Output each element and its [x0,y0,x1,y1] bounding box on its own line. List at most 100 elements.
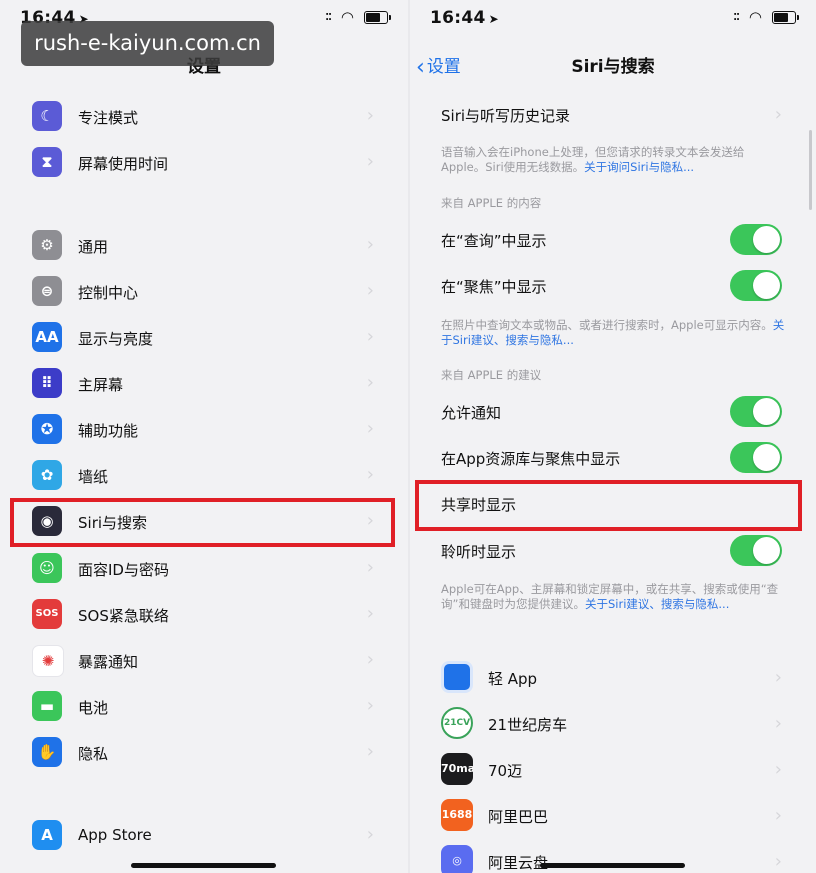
show-in-lookup-row: 在“查询”中显示 [410,217,816,261]
signal-icon: ⁚⁚ [325,11,332,23]
settings-row[interactable]: SOS SOS紧急联络 › [0,591,408,637]
chevron-right-icon: › [366,649,374,670]
app-row-label: 21世纪房车 [488,716,568,734]
highlight-box-sharing [415,480,802,531]
app-row[interactable]: 70mai 70迈 › [410,747,816,791]
show-when-listening-toggle[interactable] [730,535,782,566]
settings-row[interactable]: ⊜ 控制中心 › [0,268,408,314]
settings-row[interactable]: ✿ 墙纸 › [0,452,408,498]
settings-row[interactable]: A App Store › [0,812,408,858]
app-row-label: 轻 App [488,670,538,688]
chevron-right-icon: › [366,557,374,578]
settings-row-label: 控制中心 [78,284,139,302]
settings-row[interactable]: ▬ 电池 › [0,683,408,729]
settings-row[interactable]: ✪ 辅助功能 › [0,406,408,452]
app-row[interactable]: 21CV 21世纪房车 › [410,701,816,745]
gear-icon: ⚙ [32,230,62,260]
show-in-library-toggle[interactable] [730,442,782,473]
settings-row-label: 暴露通知 [78,653,139,671]
battery-status-icon [364,10,391,24]
settings-row[interactable]: ⚙ 通用 › [0,222,408,268]
wifi-icon: ◠ [748,8,762,26]
settings-row[interactable]: ✺ 暴露通知 › [0,637,408,683]
chevron-right-icon: › [366,280,374,301]
app-row[interactable]: 轻 App › [410,655,816,699]
scroll-indicator[interactable] [809,130,812,210]
settings-row-label: 隐私 [78,745,109,763]
chevron-right-icon: › [366,824,374,845]
moon-icon: ☾ [32,101,62,131]
siri-history-label: Siri与听写历史记录 [441,107,571,125]
aliyun-drive-icon: ◎ [441,845,473,873]
settings-panel: 16:44 ➤ ⁚⁚ ◠ 设置 ☾ 专注模式 › ⧗ 屏幕使用时间 › ⚙ 通用 › ⊜ 控制中心 › A… [0,0,408,873]
settings-row-label: 辅助功能 [78,422,139,440]
status-bar: 16:44 ➤ ⁚⁚ ◠ [410,0,816,36]
watermark: rush-e-kaiyun.com.cn [21,21,274,66]
show-in-lookup-label: 在“查询”中显示 [441,232,547,250]
chevron-right-icon: › [366,105,374,126]
home-indicator [131,863,276,868]
settings-row[interactable]: AA 显示与亮度 › [0,314,408,360]
settings-row-label: 面容ID与密码 [78,561,169,579]
chevron-right-icon: › [774,851,782,872]
home-indicator [540,863,685,868]
hand-icon: ✋ [32,737,62,767]
app-row-label: 阿里云盘 [488,854,549,872]
chevron-right-icon: › [774,104,782,125]
alibaba-icon: 1688 [441,799,473,831]
settings-row[interactable]: ☾ 专注模式 › [0,93,408,139]
settings-row-label: App Store [78,826,152,844]
battery-status-icon [772,10,799,24]
app-row[interactable]: 1688 阿里巴巴 › [410,793,816,837]
show-in-spotlight-label: 在“聚焦”中显示 [441,278,547,296]
chevron-right-icon: › [774,667,782,688]
settings-row[interactable]: ⠿ 主屏幕 › [0,360,408,406]
history-note: 语音输入会在iPhone上处理，但您请求的转录文本会发送给Apple。Siri使… [441,145,786,175]
chevron-right-icon: › [366,741,374,762]
settings-row[interactable]: ☺ 面容ID与密码 › [0,545,408,591]
settings-row-label: 墙纸 [78,468,109,486]
settings-row-label: 屏幕使用时间 [78,155,169,173]
show-when-listening-label: 聆听时显示 [441,543,517,561]
history-note-link[interactable]: 关于询问Siri与隐私... [584,160,694,174]
location-arrow-icon: ➤ [488,12,499,26]
page-title: Siri与搜索 [571,57,655,77]
rv-icon: 21CV [441,707,473,739]
chevron-right-icon: › [366,464,374,485]
settings-row[interactable]: ⧗ 屏幕使用时间 › [0,139,408,185]
allow-notifications-toggle[interactable] [730,396,782,427]
chevron-right-icon: › [366,234,374,255]
chevron-right-icon: › [774,713,782,734]
chevron-right-icon: › [366,326,374,347]
flower-icon: ✿ [32,460,62,490]
show-in-library-row: 在App资源库与聚焦中显示 [410,435,816,479]
app-row-label: 阿里巴巴 [488,808,549,826]
siri-search-panel: 16:44 ➤ ⁚⁚ ◠ ‹ 设置 Siri与搜索 Siri与听写历史记录 › 语音… [410,0,816,873]
show-in-spotlight-toggle[interactable] [730,270,782,301]
siri-history-row[interactable]: Siri与听写历史记录 › [410,92,816,136]
section-header-content: 来自 APPLE 的内容 [441,196,542,210]
settings-row-label: 专注模式 [78,109,139,127]
suggestions-note-link[interactable]: 关于Siri建议、搜索与隐私... [585,597,729,611]
face-id-icon: ☺ [32,553,62,583]
show-when-listening-row: 聆听时显示 [410,528,816,572]
settings-row-label: SOS紧急联络 [78,607,169,625]
settings-row-label: 主屏幕 [78,376,124,394]
show-in-lookup-toggle[interactable] [730,224,782,255]
allow-notifications-row: 允许通知 [410,389,816,433]
section-header-suggestions: 来自 APPLE 的建议 [441,368,542,382]
chevron-right-icon: › [774,805,782,826]
status-icons: ⁚⁚ ◠ [325,10,391,25]
light-app-icon [441,661,473,693]
content-note-text: 在照片中查询文本或物品、或者进行搜索时，Apple可显示内容。 [441,318,773,332]
signal-icon: ⁚⁚ [733,11,740,23]
app-store-icon: A [32,820,62,850]
settings-row[interactable]: ✋ 隐私 › [0,729,408,775]
accessibility-icon: ✪ [32,414,62,444]
chevron-right-icon: › [366,151,374,172]
chevron-right-icon: › [366,695,374,716]
battery-icon: ▬ [32,691,62,721]
show-in-library-label: 在App资源库与聚焦中显示 [441,450,621,468]
suggestions-note: Apple可在App、主屏幕和锁定屏幕中，或在共享、搜索或使用“查询”和键盘时为… [441,582,786,612]
status-time: 16:44 ➤ [430,8,499,28]
